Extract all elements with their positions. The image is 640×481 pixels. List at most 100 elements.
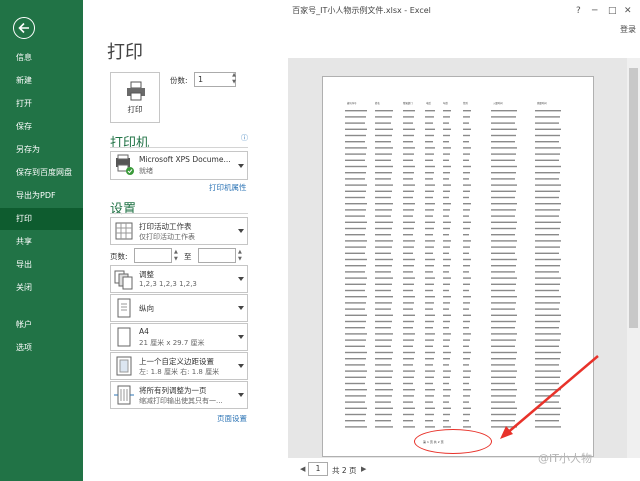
preview-row-line [535,190,560,192]
preview-row-line [345,351,367,354]
preview-row-line [463,407,471,409]
copies-spinner[interactable]: ▲ ▼ [230,72,238,87]
preview-row-line [425,283,434,285]
sidebar-item-account[interactable]: 帐户 [0,314,83,336]
preview-row-line [345,426,367,428]
margins-icon [116,356,132,376]
preview-row-line [425,389,435,391]
preview-row-line [491,196,515,199]
copies-label: 份数: [170,76,188,85]
preview-row-line [535,246,560,248]
sidebar-item-export-pdf[interactable]: 导出为PDF [0,185,83,207]
pages-to-input[interactable] [198,248,236,263]
preview-row-line [491,184,517,186]
sidebar-item-save[interactable]: 保存 [0,116,83,138]
back-arrow-icon[interactable] [13,17,35,39]
preview-row-line [425,327,433,329]
help-icon[interactable]: ? [576,4,581,18]
sidebar-item-print[interactable]: 打印 [0,208,83,230]
orientation-select[interactable]: 纵向 [110,294,248,322]
pages-to-spinner[interactable]: ▲ ▼ [238,249,242,263]
margins-select[interactable]: 上一个自定义边距设置 左: 1.8 厘米 右: 1.8 厘米 [110,352,248,380]
page-number-input[interactable]: 1 [308,462,328,476]
preview-row-line [443,258,451,261]
preview-row-line [491,172,516,174]
printer-properties-link[interactable]: 打印机属性 [209,182,247,193]
preview-row-line [375,376,392,378]
prev-page-button[interactable]: ◀ [300,465,305,473]
backstage-sidebar: 信息 新建 打开 保存 另存为 保存到百度网盘 导出为PDF 打印 共享 导出 … [0,0,83,481]
sidebar-item-info[interactable]: 信息 [0,47,83,69]
pages-from-spinner[interactable]: ▲ ▼ [174,249,178,263]
paper-size-title: A4 [139,327,149,336]
close-icon[interactable]: ✕ [624,4,632,18]
preview-row-line [463,240,471,242]
preview-row-line [425,227,434,230]
sidebar-item-share[interactable]: 共享 [0,231,83,253]
preview-row-line [425,351,435,354]
sidebar-item-close[interactable]: 关闭 [0,277,83,299]
sidebar-item-open[interactable]: 打开 [0,93,83,115]
preview-row-line [491,327,515,329]
preview-row-line [491,289,515,292]
preview-row-line [425,302,434,304]
preview-row-line [463,413,470,416]
preview-row-line [443,382,449,385]
preview-row-line [491,302,516,304]
collate-icon [114,270,133,290]
preview-row-line [491,351,517,354]
preview-row-line [463,289,469,292]
preview-row-line [375,234,391,236]
watermark: @IT小人物 [538,452,592,465]
maximize-icon[interactable]: □ [608,4,617,18]
print-what-select[interactable]: 打印活动工作表 仅打印活动工作表 [110,217,248,245]
preview-row-line [491,110,517,112]
sidebar-item-export[interactable]: 导出 [0,254,83,276]
collate-select[interactable]: 调整 1,2,3 1,2,3 1,2,3 [110,265,248,293]
preview-row-line [425,184,435,186]
preview-row-line [491,221,517,223]
preview-row-line [463,147,471,149]
sidebar-item-save-baidu[interactable]: 保存到百度网盘 [0,162,83,184]
preview-row-line [403,196,413,199]
preview-row-line [345,277,367,279]
preview-row-line [463,234,469,236]
preview-row-line [375,339,392,341]
preview-row-line [535,184,561,186]
preview-row-line [491,283,516,285]
preview-row-line [463,110,471,112]
preview-row-line [425,376,434,378]
preview-row-line [443,203,451,205]
scrollbar-thumb[interactable] [629,68,638,328]
preview-row-line [443,364,449,366]
sidebar-item-options[interactable]: 选项 [0,337,83,359]
preview-row-line [403,110,415,112]
preview-row-line [403,271,413,273]
preview-row-line [491,141,515,143]
preview-row-line [463,141,469,143]
sidebar-item-new[interactable]: 新建 [0,70,83,92]
preview-row-line [535,172,560,174]
preview-row-line [535,178,559,180]
preview-row-line [425,339,434,341]
sidebar-item-save-as[interactable]: 另存为 [0,139,83,161]
vertical-scrollbar[interactable] [627,58,640,458]
divider [110,147,248,148]
paper-size-select[interactable]: A4 21 厘米 x 29.7 厘米 [110,323,248,351]
next-page-button[interactable]: ▶ [361,465,366,473]
info-icon[interactable]: ⓘ [241,133,248,143]
login-link[interactable]: 登录 [620,24,636,35]
preview-row-line [463,308,469,310]
printer-select[interactable]: Microsoft XPS Docume... 就绪 [110,151,248,180]
preview-row-line [425,426,435,428]
pages-from-input[interactable] [134,248,172,263]
print-button[interactable]: 打印 [110,72,160,123]
preview-row-line [443,221,451,223]
preview-row-line [463,128,471,130]
preview-row-line [425,320,434,323]
minimize-icon[interactable]: ─ [592,4,597,18]
scaling-select[interactable]: 将所有列调整为一页 缩减打印输出使其只有一... [110,381,248,409]
page-setup-link[interactable]: 页面设置 [217,413,247,424]
preview-row-line [403,376,414,378]
preview-row-line [403,364,413,366]
